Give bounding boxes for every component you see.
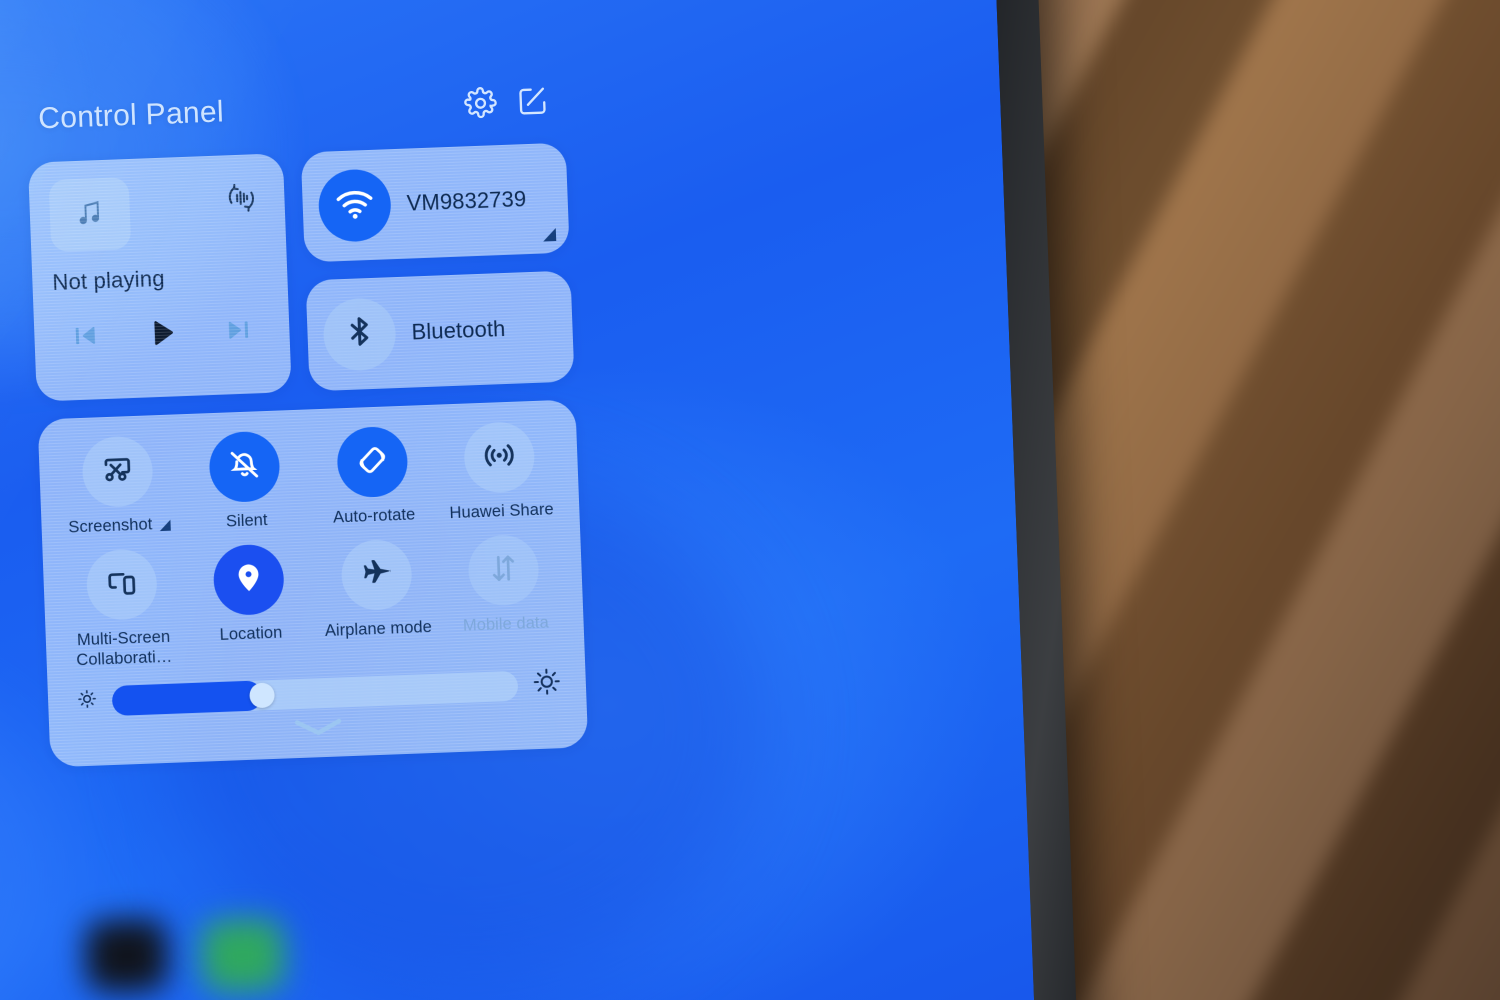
- skip-next-icon: [223, 314, 254, 350]
- toggles-grid: Screenshot Silent Auto-rotate Huawei Sha…: [52, 420, 570, 671]
- screenshot-toggle[interactable]: Screenshot: [52, 434, 183, 538]
- tablet-device: 6: [0, 0, 1086, 1000]
- multi-screen-icon-container[interactable]: [85, 548, 158, 621]
- brightness-slider-knob[interactable]: [249, 682, 276, 709]
- audio-output-switch-button[interactable]: [218, 176, 266, 224]
- bell-off-icon: [227, 447, 262, 487]
- status-bar: 6: [0, 0, 996, 38]
- media-controls: [54, 310, 270, 360]
- media-player-card[interactable]: Not playing: [27, 153, 292, 402]
- data-transfer-icon: [487, 551, 520, 589]
- wifi-expand-indicator[interactable]: [542, 228, 557, 242]
- edit-icon: [515, 84, 549, 118]
- mobile-data-toggle[interactable]: Mobile data: [439, 533, 571, 657]
- dock-app-icon: [200, 917, 286, 993]
- screenshot-label-row: Screenshot: [68, 514, 171, 538]
- toggle-label: Airplane mode: [324, 618, 433, 641]
- auto-rotate-toggle[interactable]: Auto-rotate: [307, 425, 438, 529]
- wifi-icon-container[interactable]: [317, 168, 393, 243]
- wifi-card[interactable]: VM9832739: [300, 142, 570, 263]
- skip-previous-icon: [70, 320, 101, 356]
- airplane-mode-toggle[interactable]: Airplane mode: [311, 538, 443, 662]
- location-icon-container[interactable]: [212, 543, 286, 617]
- dock-app-icon: [84, 918, 170, 994]
- previous-track-button[interactable]: [58, 316, 114, 360]
- screenshot-icon: [100, 452, 135, 492]
- brightness-high-icon: [531, 667, 562, 703]
- screenshot-icon-container[interactable]: [81, 435, 154, 508]
- play-button[interactable]: [134, 313, 190, 357]
- multi-screen-collaboration-toggle[interactable]: Multi-Screen Collaborati…: [57, 547, 189, 671]
- toggle-label: Multi-Screen Collaborati…: [76, 627, 173, 670]
- huawei-share-icon-container[interactable]: [463, 421, 536, 494]
- page-title: Control Panel: [37, 95, 225, 136]
- silent-icon-container[interactable]: [208, 430, 282, 504]
- toggle-label: Auto-rotate: [332, 505, 416, 527]
- bluetooth-icon-container[interactable]: [322, 296, 397, 372]
- huawei-share-toggle[interactable]: Huawei Share: [435, 420, 566, 524]
- mobile-data-icon-container[interactable]: [467, 534, 541, 607]
- connectivity-column: VM9832739 Bluetooth: [300, 142, 575, 392]
- control-panel: Control Panel Not playing VM9832739 Blue…: [25, 57, 589, 768]
- brightness-low-icon: [76, 688, 99, 716]
- edit-button[interactable]: [505, 74, 559, 128]
- media-card-top: [48, 172, 267, 252]
- toggle-label: Screenshot: [68, 515, 153, 537]
- location-toggle[interactable]: Location: [184, 543, 316, 667]
- brightness-slider-fill: [111, 680, 263, 716]
- gear-icon: [463, 86, 497, 120]
- play-icon: [144, 315, 179, 355]
- audio-output-switch-icon: [224, 180, 259, 220]
- toggle-label: Location: [219, 623, 283, 645]
- album-art-placeholder: [48, 177, 132, 252]
- settings-button[interactable]: [453, 76, 507, 130]
- toggle-label: Mobile data: [462, 613, 550, 635]
- next-track-button[interactable]: [211, 310, 267, 354]
- toggle-label: Huawei Share: [449, 500, 555, 523]
- top-cards-row: Not playing VM9832739 Bluetooth: [27, 142, 575, 402]
- airplane-icon: [358, 554, 396, 596]
- wifi-icon: [334, 182, 376, 228]
- tablet-screen: 6: [0, 0, 1042, 1000]
- bluetooth-card[interactable]: Bluetooth: [305, 270, 575, 392]
- screenshot-expand-indicator[interactable]: [159, 519, 171, 531]
- chevron-down-icon: [291, 716, 346, 745]
- bluetooth-icon: [342, 314, 377, 354]
- wifi-network-name: VM9832739: [406, 186, 527, 216]
- location-pin-icon: [231, 560, 266, 600]
- auto-rotate-icon-container[interactable]: [335, 425, 409, 499]
- screenshot-label-inner: Screenshot: [68, 514, 171, 538]
- bluetooth-label: Bluetooth: [411, 315, 506, 345]
- toggle-label: Silent: [225, 511, 268, 531]
- music-note-icon: [74, 196, 105, 232]
- quick-toggles-card: Screenshot Silent Auto-rotate Huawei Sha…: [37, 399, 589, 768]
- silent-toggle[interactable]: Silent: [180, 429, 311, 533]
- photo-scene: 6: [0, 0, 1500, 1000]
- auto-rotate-icon: [353, 441, 391, 483]
- multi-screen-icon: [104, 565, 139, 605]
- huawei-share-icon: [481, 436, 519, 478]
- media-status-text: Not playing: [51, 265, 166, 295]
- airplane-icon-container[interactable]: [340, 538, 413, 612]
